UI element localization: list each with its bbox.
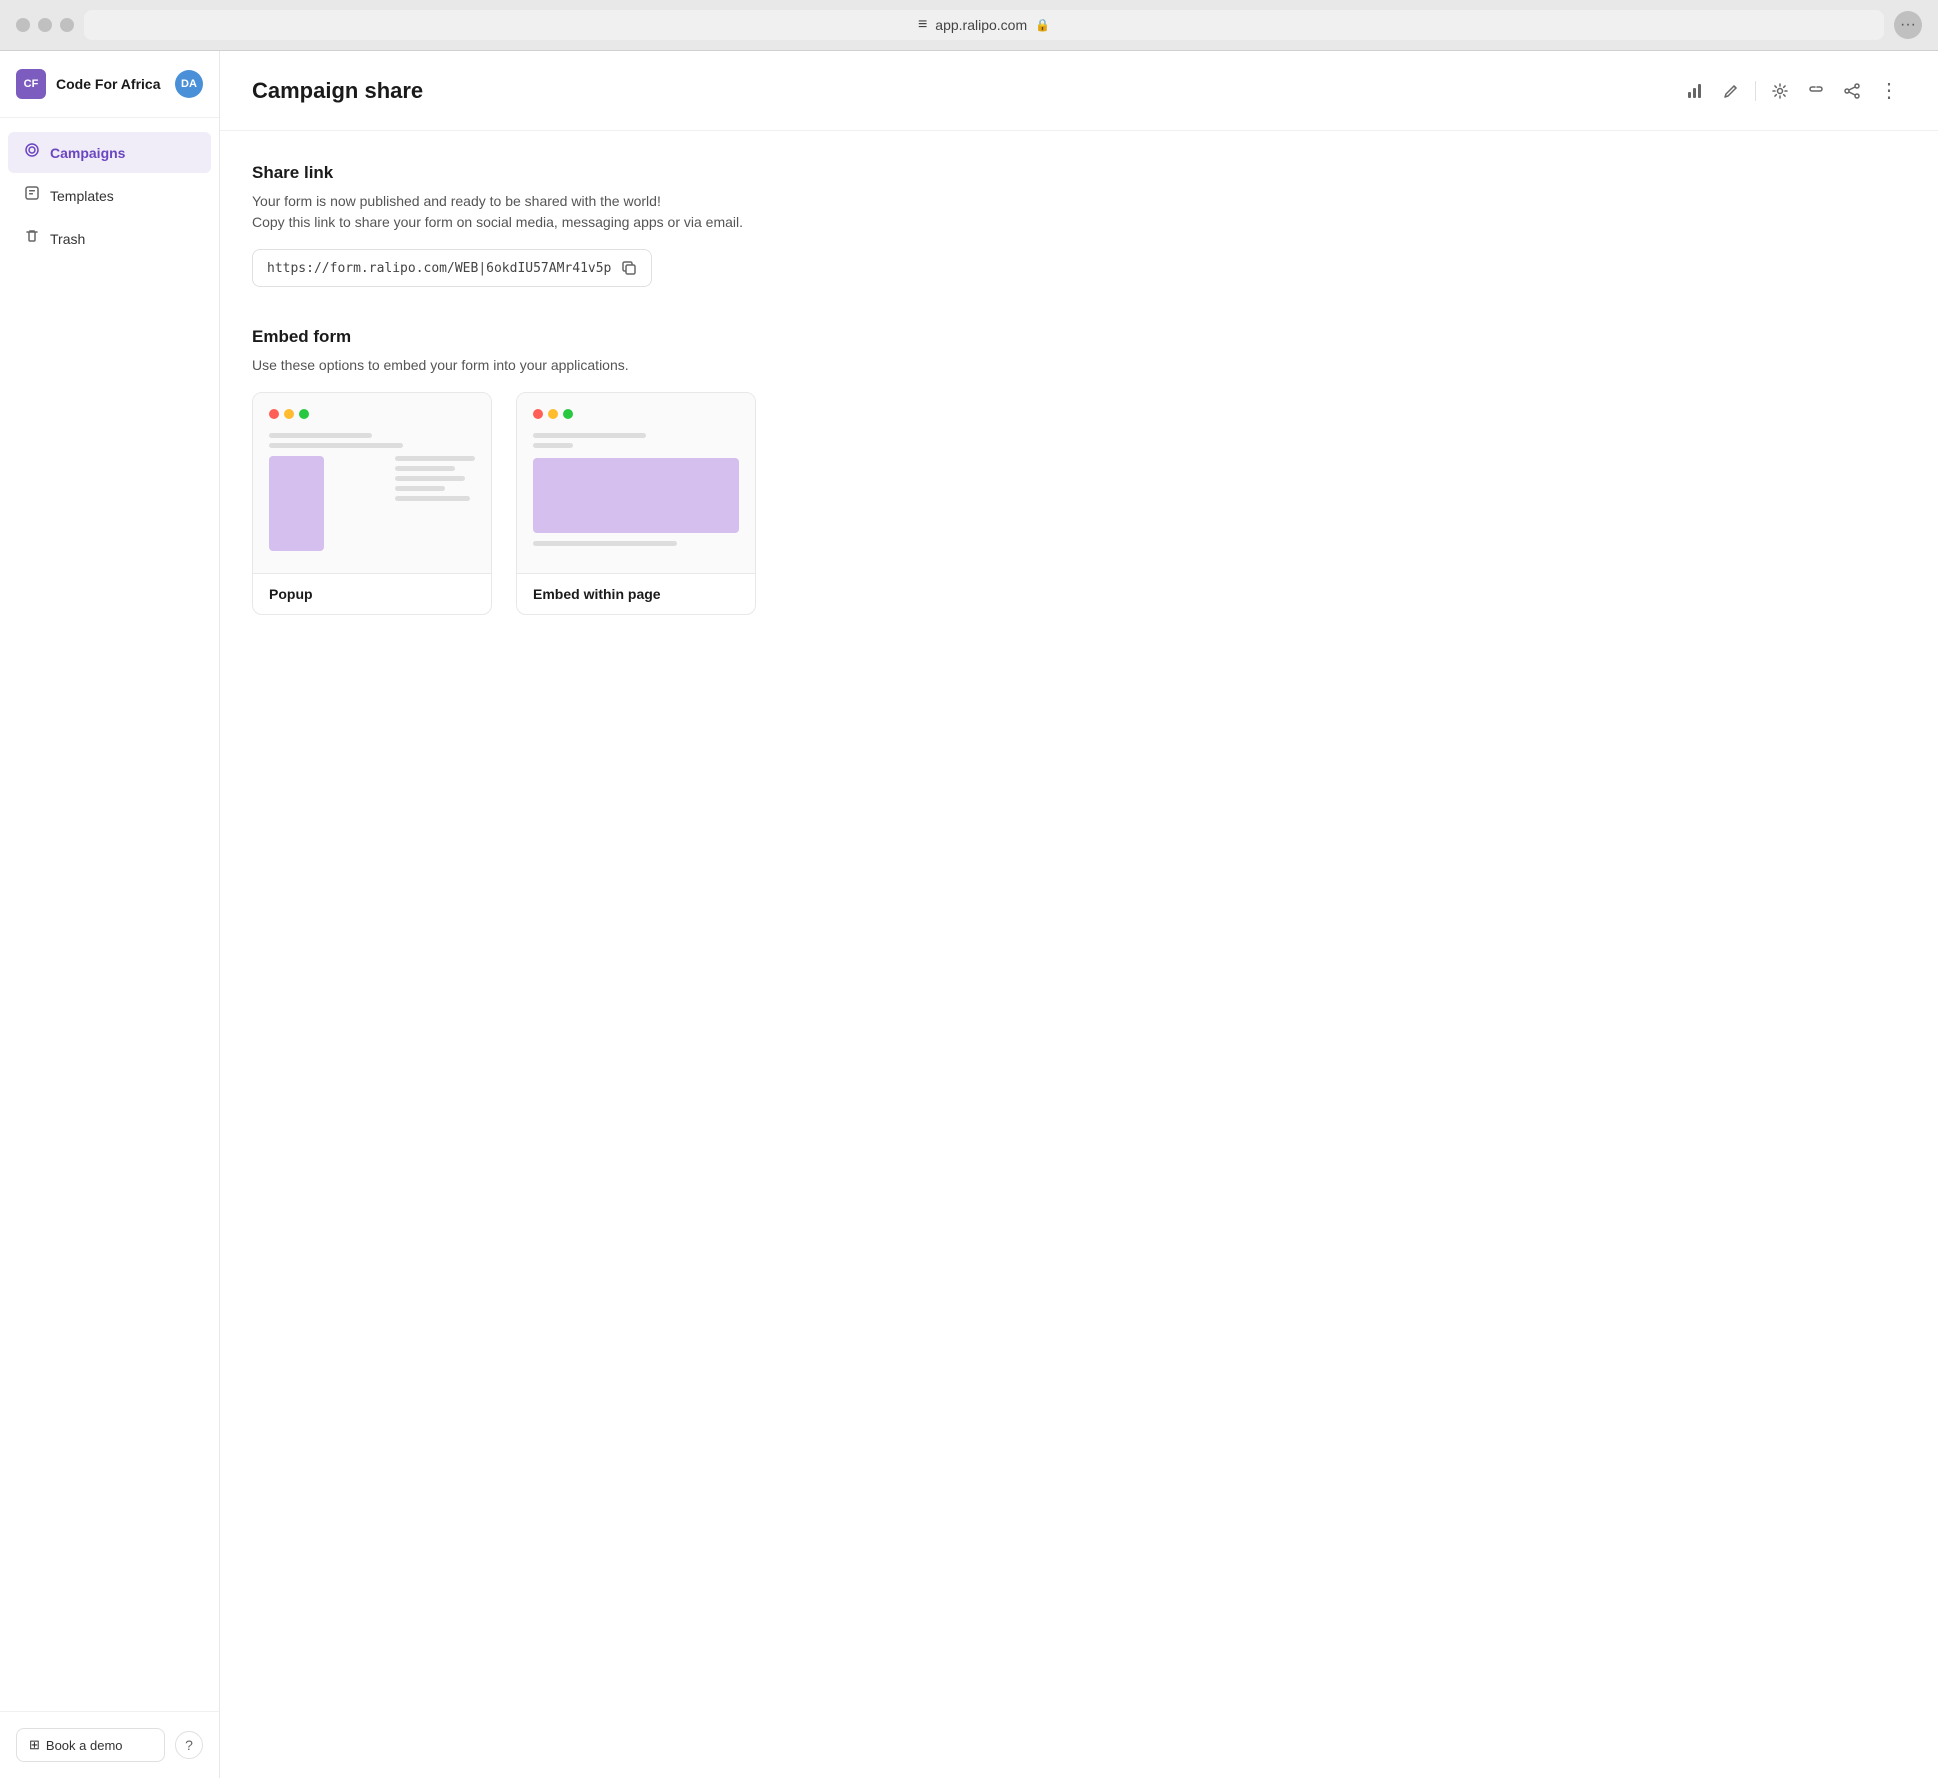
popup-embed-card[interactable]: Popup [252, 392, 492, 615]
browser-more-button[interactable]: ··· [1894, 11, 1922, 39]
embed-page-card[interactable]: Embed within page [516, 392, 756, 615]
embed-form-title: Embed form [252, 327, 1906, 347]
sidebar-footer: ⊞ Book a demo ? [0, 1711, 219, 1778]
address-bar[interactable]: ≡ app.ralipo.com 🔒 [84, 10, 1884, 40]
org-info: CF Code For Africa [16, 69, 161, 99]
popup-dots [269, 409, 475, 419]
share-button[interactable] [1836, 75, 1868, 107]
sidebar-item-trash[interactable]: Trash [8, 218, 211, 259]
user-avatar[interactable]: DA [175, 70, 203, 98]
sidebar: CF Code For Africa DA Campaigns [0, 51, 220, 1778]
dot-red-2 [533, 409, 543, 419]
share-link-section: Share link Your form is now published an… [252, 163, 1906, 287]
copy-link-button[interactable] [621, 260, 637, 276]
embed-form-section: Embed form Use these options to embed yo… [252, 327, 1906, 615]
share-link-description: Your form is now published and ready to … [252, 191, 1906, 233]
embed-cards: Popup [252, 392, 1906, 615]
templates-icon [24, 185, 40, 206]
dot-red [269, 409, 279, 419]
share-link-box: https://form.ralipo.com/WEB|6okdIU57AMr4… [252, 249, 652, 287]
app-layout: CF Code For Africa DA Campaigns [0, 51, 1938, 1778]
help-icon: ? [185, 1737, 193, 1753]
dot-green [299, 409, 309, 419]
traffic-light-minimize[interactable] [38, 18, 52, 32]
settings-button[interactable] [1764, 75, 1796, 107]
share-link-title: Share link [252, 163, 1906, 183]
trash-label: Trash [50, 231, 85, 247]
address-text: app.ralipo.com [935, 17, 1027, 33]
org-name: Code For Africa [56, 76, 161, 92]
embed-dots [533, 409, 739, 419]
share-link-url: https://form.ralipo.com/WEB|6okdIU57AMr4… [267, 261, 611, 276]
more-actions-button[interactable]: ⋮ [1872, 71, 1906, 110]
book-demo-button[interactable]: ⊞ Book a demo [16, 1728, 165, 1762]
sidebar-item-templates[interactable]: Templates [8, 175, 211, 216]
trash-icon [24, 228, 40, 249]
page-title: Campaign share [252, 78, 423, 104]
embed-page-label: Embed within page [517, 573, 755, 614]
edit-button[interactable] [1715, 75, 1747, 107]
dot-green-2 [563, 409, 573, 419]
traffic-lights [16, 18, 74, 32]
sidebar-header: CF Code For Africa DA [0, 51, 219, 118]
book-demo-label: Book a demo [46, 1738, 123, 1753]
traffic-light-close[interactable] [16, 18, 30, 32]
main-header: Campaign share [220, 51, 1938, 131]
ralipo-icon: ≡ [918, 16, 927, 34]
header-actions: ⋮ [1679, 71, 1906, 110]
share-link-button[interactable] [1800, 75, 1832, 107]
embed-form-description: Use these options to embed your form int… [252, 355, 1906, 376]
org-avatar: CF [16, 69, 46, 99]
campaigns-label: Campaigns [50, 145, 125, 161]
embed-preview [517, 393, 755, 573]
dot-yellow-2 [548, 409, 558, 419]
campaigns-icon [24, 142, 40, 163]
dot-yellow [284, 409, 294, 419]
traffic-light-maximize[interactable] [60, 18, 74, 32]
main-content-area: Campaign share [220, 51, 1938, 1778]
templates-label: Templates [50, 188, 114, 204]
sidebar-nav: Campaigns Templates Tras [0, 118, 219, 1711]
header-divider [1755, 81, 1756, 101]
popup-preview [253, 393, 491, 573]
sidebar-item-campaigns[interactable]: Campaigns [8, 132, 211, 173]
browser-chrome: ≡ app.ralipo.com 🔒 ··· [0, 0, 1938, 51]
help-button[interactable]: ? [175, 1731, 203, 1759]
analytics-button[interactable] [1679, 75, 1711, 107]
popup-label: Popup [253, 573, 491, 614]
book-demo-icon: ⊞ [29, 1737, 40, 1753]
lock-icon: 🔒 [1035, 18, 1050, 32]
main-content: Share link Your form is now published an… [220, 131, 1938, 687]
